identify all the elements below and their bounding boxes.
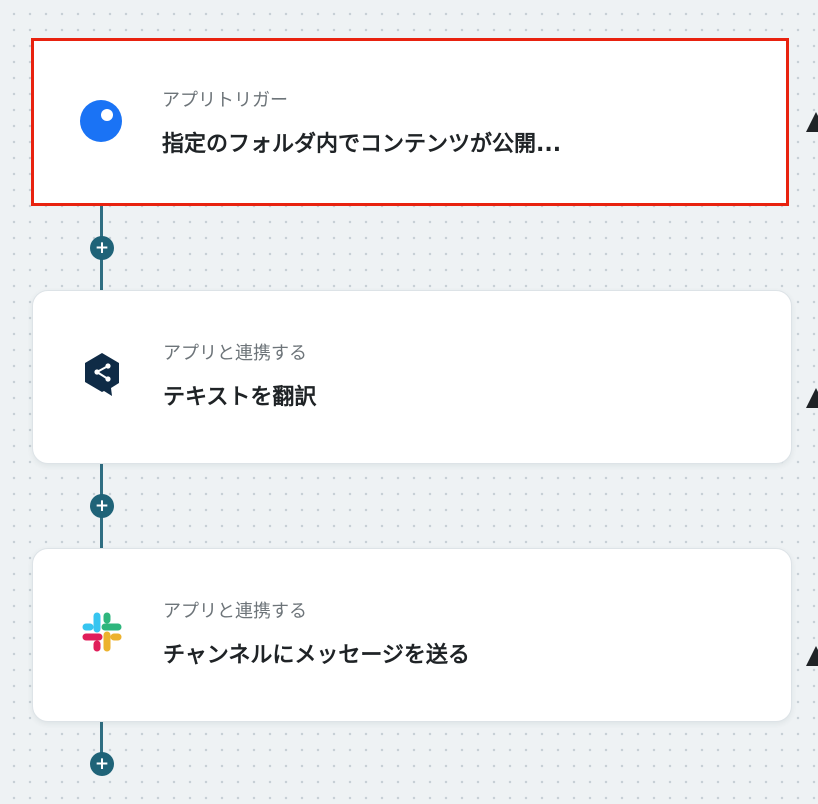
add-step-button[interactable]: +: [90, 236, 114, 260]
edge-marker-icon: [806, 646, 818, 666]
step-subtitle: アプリと連携する: [163, 343, 307, 364]
blue-circle-app-icon: [78, 98, 124, 144]
slack-icon: [79, 609, 125, 655]
slack-step-card[interactable]: アプリと連携する チャンネルにメッセージを送る: [32, 548, 792, 722]
edge-marker-icon: [806, 112, 818, 132]
step-subtitle: アプリと連携する: [163, 601, 307, 622]
step-subtitle: アプリトリガー: [162, 90, 288, 111]
step-title: 指定のフォルダ内でコンテンツが公開...: [162, 132, 562, 157]
add-step-button[interactable]: +: [90, 494, 114, 518]
step-title: チャンネルにメッセージを送る: [163, 643, 470, 668]
add-step-button[interactable]: +: [90, 752, 114, 776]
edge-marker-icon: [806, 388, 818, 408]
deepl-icon: [79, 351, 125, 397]
translate-step-card[interactable]: アプリと連携する テキストを翻訳: [32, 290, 792, 464]
step-title: テキストを翻訳: [163, 385, 317, 410]
trigger-step-card[interactable]: アプリトリガー 指定のフォルダ内でコンテンツが公開...: [31, 38, 789, 206]
